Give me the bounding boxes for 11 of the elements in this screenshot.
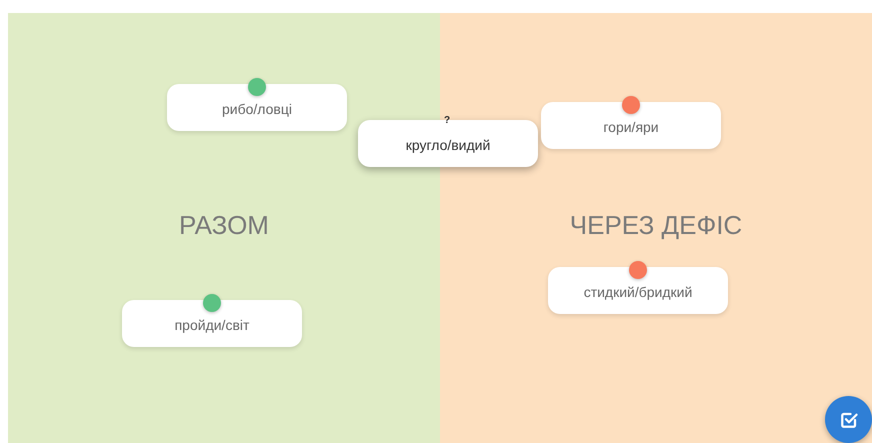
card-text: стидкий/бридкий bbox=[584, 283, 692, 302]
word-card[interactable]: гори/яри bbox=[541, 102, 721, 149]
zone-label: ЧЕРЕЗ ДЕФІС bbox=[570, 209, 742, 242]
word-card[interactable]: стидкий/бридкий bbox=[548, 267, 728, 314]
checkbox-icon bbox=[840, 410, 858, 428]
word-card[interactable]: пройди/світ bbox=[122, 300, 302, 347]
card-text: пройди/світ bbox=[174, 316, 250, 335]
card-text: гори/яри bbox=[603, 118, 659, 137]
card-text: рибо/ловці bbox=[222, 100, 292, 119]
word-card[interactable]: рибо/ловці bbox=[167, 84, 347, 131]
zone-label: РАЗОМ bbox=[179, 209, 269, 242]
